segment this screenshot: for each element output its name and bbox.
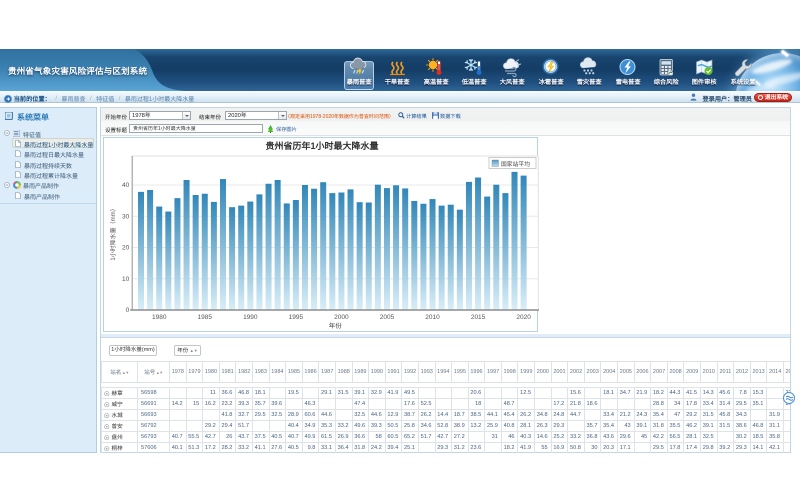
svg-text:0: 0	[126, 307, 130, 314]
svg-text:1小时降水量（mm）: 1小时降水量（mm）	[109, 205, 117, 260]
svg-text:2010: 2010	[425, 314, 440, 321]
svg-text:2020: 2020	[516, 314, 531, 321]
svg-text:1990: 1990	[243, 314, 258, 321]
svg-text:国家站平均: 国家站平均	[501, 161, 530, 168]
svg-text:1980: 1980	[152, 314, 167, 321]
svg-text:2015: 2015	[471, 314, 486, 321]
svg-text:10: 10	[122, 276, 130, 283]
svg-text:30: 30	[122, 213, 130, 220]
svg-text:贵州省历年1小时最大降水量: 贵州省历年1小时最大降水量	[265, 141, 378, 151]
svg-text:2005: 2005	[380, 314, 395, 321]
svg-text:2000: 2000	[334, 314, 349, 321]
svg-text:40: 40	[122, 182, 130, 189]
svg-text:1995: 1995	[289, 314, 304, 321]
svg-text:20: 20	[122, 245, 130, 252]
svg-text:1985: 1985	[198, 314, 213, 321]
svg-text:年份: 年份	[329, 322, 343, 330]
